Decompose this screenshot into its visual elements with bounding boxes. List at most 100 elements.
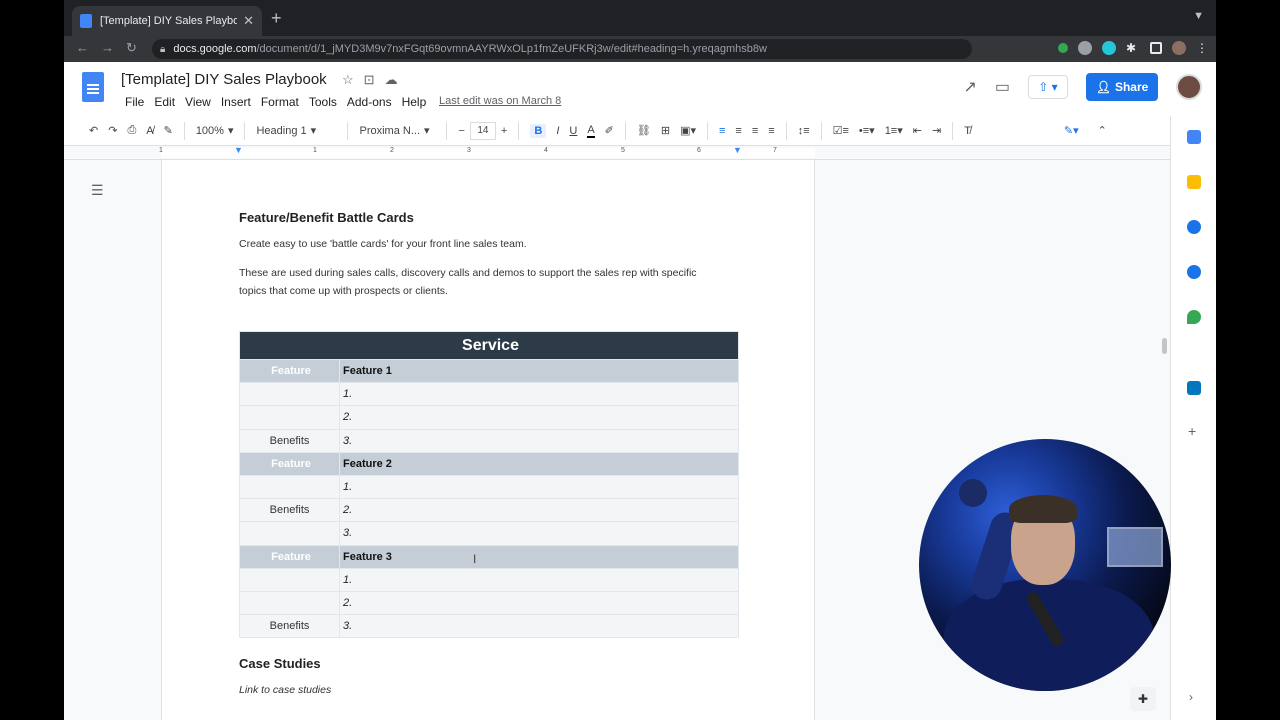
menu-edit[interactable]: Edit: [149, 95, 180, 109]
move-folder-icon[interactable]: ⊡: [364, 72, 375, 88]
align-right-icon[interactable]: ≡: [752, 125, 758, 137]
print-icon[interactable]: ⎙: [127, 124, 136, 137]
extension-icon[interactable]: [1102, 41, 1116, 55]
benefit-item: 2.: [339, 498, 739, 523]
menu-addons[interactable]: Add-ons: [342, 95, 397, 109]
align-center-icon[interactable]: ≡: [735, 125, 741, 137]
font-select[interactable]: Proxima N... ▾: [359, 124, 435, 138]
contacts-icon[interactable]: [1187, 265, 1201, 279]
benefit-row: 2.: [239, 405, 739, 430]
star-icon[interactable]: ☆: [342, 72, 354, 88]
document-outline-icon[interactable]: ☰: [91, 182, 104, 199]
formatting-toolbar: ↶ ↷ ⎙ A̸ ✎ 100% ▾ Heading 1 ▾ Proxima N...…: [64, 116, 1170, 146]
docs-header: [Template] DIY Sales Playbook ☆ ⊡ ☁ File…: [64, 62, 1216, 116]
url-path: /document/d/1_jMYD3M9v7nxFGqt69ovmnAAYRW…: [256, 43, 767, 55]
tasks-icon[interactable]: [1187, 220, 1201, 234]
right-indent-marker-icon[interactable]: ▼: [733, 145, 742, 155]
undo-icon[interactable]: ↶: [89, 124, 98, 137]
add-addon-icon[interactable]: +: [1188, 423, 1196, 439]
browser-tab[interactable]: [Template] DIY Sales Playbook ✕: [72, 6, 262, 36]
back-icon[interactable]: ←: [76, 40, 89, 55]
url-field[interactable]: 🔒︎ docs.google.com /document/d/1_jMYD3M9…: [152, 39, 972, 59]
feature-row: Feature Feature 3: [239, 544, 739, 569]
benefit-item: 3.: [339, 521, 739, 546]
ruler-tick: 3: [467, 147, 471, 154]
menu-file[interactable]: File: [120, 95, 149, 109]
extension-icon[interactable]: [1058, 43, 1068, 53]
battle-card-table[interactable]: Service Feature Feature 1 1. 2. Benefits 3…: [239, 331, 739, 639]
last-edit-link[interactable]: Last edit was on March 8: [439, 95, 561, 107]
ruler-tick: 1: [313, 147, 317, 154]
menu-format[interactable]: Format: [256, 95, 304, 109]
expand-side-panel-icon[interactable]: ›: [1189, 690, 1193, 704]
redo-icon[interactable]: ↷: [108, 124, 117, 137]
comment-add-icon[interactable]: ⊞: [661, 124, 670, 137]
addon-icon[interactable]: [1187, 381, 1201, 395]
new-tab-button[interactable]: +: [271, 8, 282, 29]
url-domain: docs.google.com: [173, 43, 257, 55]
menu-tools[interactable]: Tools: [304, 95, 342, 109]
increase-font-size-button[interactable]: +: [501, 125, 507, 137]
editing-mode-icon[interactable]: ✎▾: [1064, 124, 1079, 137]
address-bar-row: ← → ↻ 🔒︎ docs.google.com /document/d/1_j…: [64, 36, 1216, 62]
tab-search-icon[interactable]: ▼: [1193, 10, 1204, 22]
left-indent-marker-icon[interactable]: ▼: [234, 145, 243, 155]
benefit-row: 2.: [239, 590, 739, 616]
docs-logo-icon[interactable]: [82, 72, 104, 102]
activity-trend-icon[interactable]: ↗: [963, 77, 976, 97]
share-button[interactable]: 👤︎ Share: [1086, 73, 1158, 101]
decrease-indent-icon[interactable]: ⇤: [913, 124, 922, 137]
present-button[interactable]: ⇧ ▾: [1028, 75, 1068, 99]
highlight-icon[interactable]: ✐: [605, 124, 614, 137]
image-icon[interactable]: ▣▾: [680, 124, 696, 137]
calendar-icon[interactable]: [1187, 130, 1201, 144]
menu-insert[interactable]: Insert: [216, 95, 256, 109]
align-left-icon[interactable]: ≡: [719, 125, 725, 137]
text-color-button[interactable]: A: [587, 124, 595, 138]
case-studies-link-text[interactable]: Link to case studies: [239, 681, 719, 699]
feature-row: Feature Feature 2: [239, 451, 739, 476]
checklist-icon[interactable]: ☑≡: [833, 124, 849, 137]
account-avatar[interactable]: [1176, 74, 1202, 100]
extension-icon[interactable]: [1078, 41, 1092, 55]
keep-icon[interactable]: [1187, 175, 1201, 189]
bulleted-list-icon[interactable]: •≡▾: [859, 124, 875, 137]
comments-icon[interactable]: ▭: [995, 77, 1010, 97]
style-select[interactable]: Heading 1 ▾: [256, 124, 336, 138]
underline-button[interactable]: U: [569, 125, 577, 137]
share-label: Share: [1114, 80, 1149, 94]
ruler[interactable]: 1 ▼ 1 2 3 4 5 6 ▼ 7: [64, 145, 1170, 160]
menu-help[interactable]: Help: [397, 95, 432, 109]
decrease-font-size-button[interactable]: −: [458, 125, 464, 137]
cloud-status-icon[interactable]: ☁: [385, 72, 398, 88]
sidepanel-icon[interactable]: [1150, 42, 1162, 54]
document-page[interactable]: Feature/Benefit Battle Cards Create easy…: [161, 160, 815, 720]
font-size-input[interactable]: 14: [469, 121, 496, 140]
spellcheck-icon[interactable]: A̸: [146, 125, 153, 137]
increase-indent-icon[interactable]: ⇥: [932, 124, 941, 137]
more-icon[interactable]: ⋮: [1196, 41, 1210, 55]
zoom-select[interactable]: 100% ▾: [195, 124, 234, 138]
link-icon[interactable]: ⛓: [637, 124, 651, 137]
benefit-item: 2.: [339, 590, 739, 616]
justify-icon[interactable]: ≡: [768, 125, 774, 137]
maps-icon[interactable]: [1187, 310, 1201, 324]
paint-format-icon[interactable]: ✎: [164, 124, 173, 137]
italic-button[interactable]: I: [556, 125, 559, 137]
collapse-menus-icon[interactable]: ⌃: [1098, 124, 1107, 137]
webcam-background-sign: [1107, 527, 1163, 567]
profile-avatar[interactable]: [1172, 41, 1186, 55]
close-tab-icon[interactable]: ✕: [243, 13, 254, 29]
ruler-tick: 6: [697, 147, 701, 154]
document-title[interactable]: [Template] DIY Sales Playbook: [121, 71, 327, 88]
reload-icon[interactable]: ↻: [126, 40, 137, 56]
menu-view[interactable]: View: [180, 95, 216, 109]
puzzle-icon[interactable]: ✱: [1126, 41, 1140, 55]
numbered-list-icon[interactable]: 1≡▾: [885, 124, 903, 137]
scrollbar-thumb[interactable]: [1162, 338, 1167, 354]
zoom-value: 100%: [195, 124, 224, 137]
forward-icon[interactable]: →: [101, 40, 114, 55]
line-spacing-icon[interactable]: ↕≡: [798, 125, 810, 137]
clear-formatting-icon[interactable]: T̸: [964, 125, 971, 137]
bold-button[interactable]: B: [530, 123, 547, 138]
